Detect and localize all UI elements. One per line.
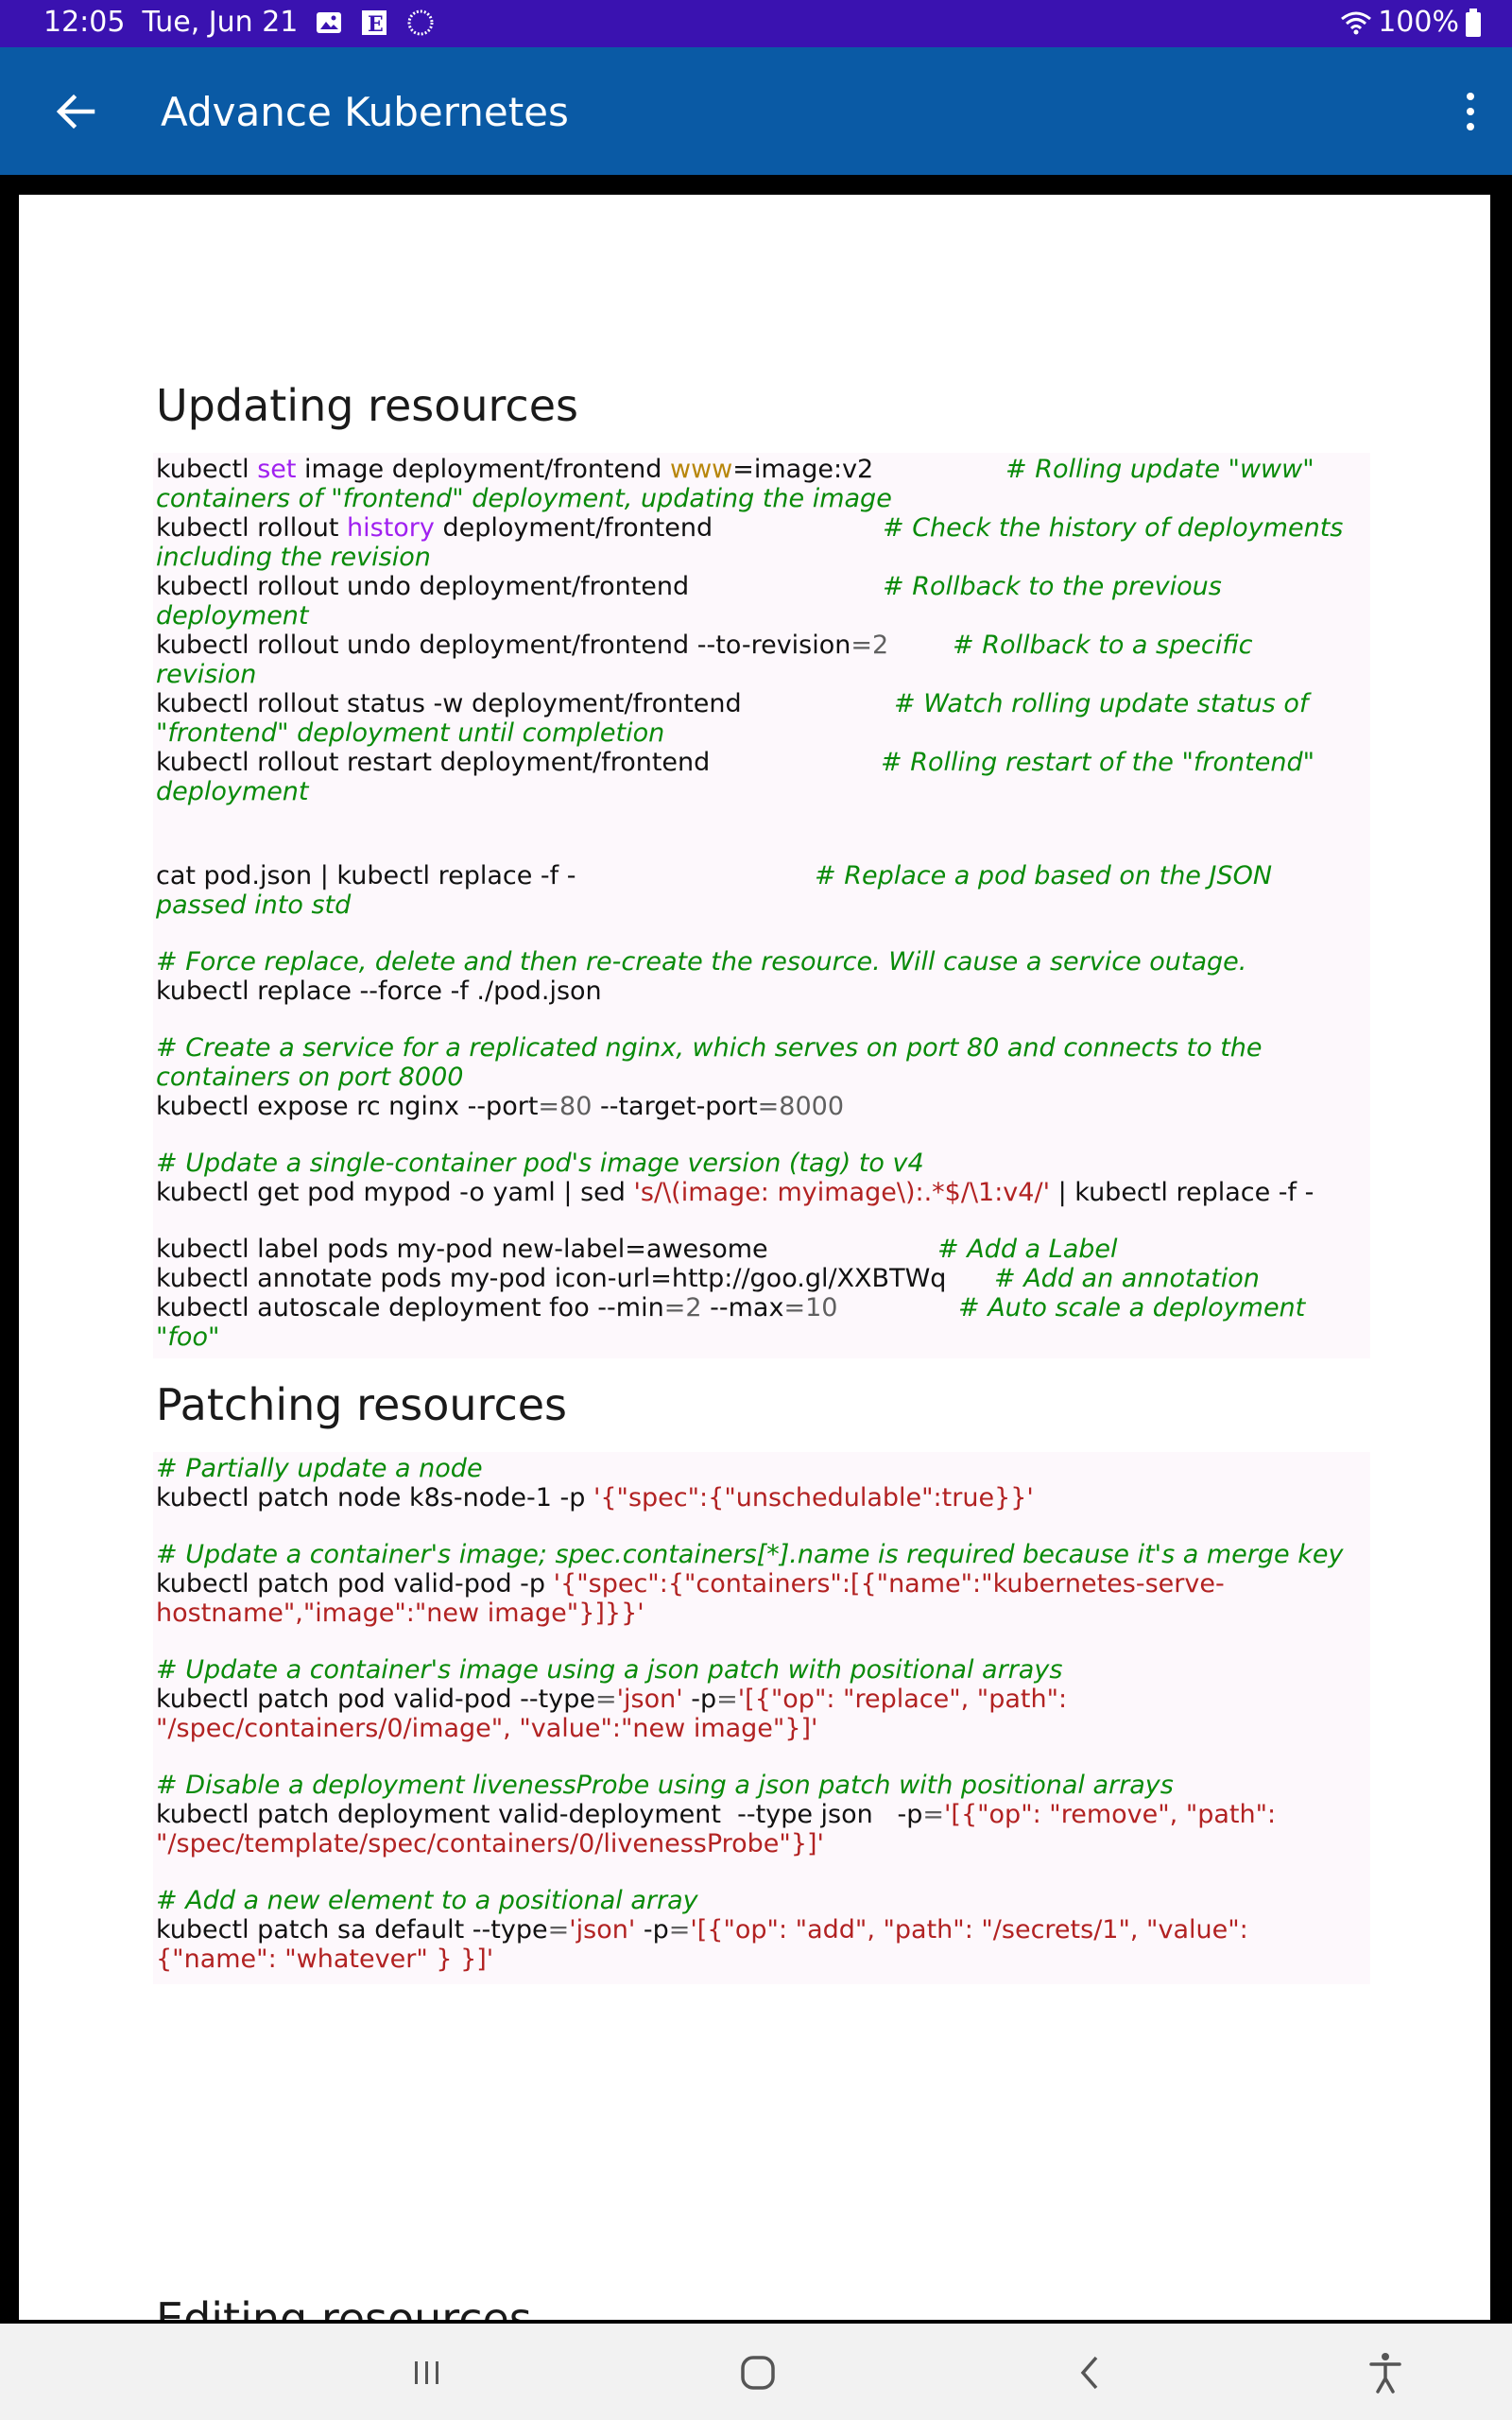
code-comment: # Auto scale a deployment	[958, 1293, 1306, 1322]
code-line: kubectl patch deployment valid-deploymen…	[156, 1800, 1277, 1829]
section-heading-editing: Editing resources	[156, 2293, 532, 2320]
code-comment: # Check the history of deployments	[883, 513, 1344, 543]
code-comment: # Rollback to the previous	[883, 572, 1222, 601]
code-line: kubectl rollout status -w deployment/fro…	[156, 689, 742, 718]
code-line: "/spec/template/spec/containers/0/livene…	[156, 1829, 824, 1858]
more-options-icon[interactable]	[1459, 89, 1482, 134]
code-comment: containers of "frontend" deployment, upd…	[156, 484, 892, 513]
home-icon[interactable]	[730, 2344, 786, 2401]
document-page[interactable]: Updating resources kubectl set image dep…	[19, 195, 1490, 2320]
page-title: Advance Kubernetes	[161, 89, 569, 135]
status-bar: 12:05 Tue, Jun 21 E 100%	[0, 0, 1512, 47]
code-line: kubectl label pods my-pod new-label=awes…	[156, 1235, 768, 1264]
app-e-icon: E	[362, 9, 387, 37]
code-line: kubectl annotate pods my-pod icon-url=ht…	[156, 1264, 947, 1293]
battery-icon	[1466, 8, 1481, 37]
code-comment: # Partially update a node	[156, 1454, 483, 1483]
code-block-patching: # Partially update a node kubectl patch …	[153, 1452, 1370, 1984]
code-comment: # Create a service for a replicated ngin…	[156, 1033, 1263, 1063]
code-comment: # Update a container's image using a jso…	[156, 1655, 1063, 1685]
code-line: kubectl set image deployment/frontend ww…	[156, 455, 874, 484]
code-line: "/spec/containers/0/image", "value":"new…	[156, 1714, 818, 1743]
code-line: kubectl autoscale deployment foo --min=2…	[156, 1293, 838, 1322]
section-heading-updating: Updating resources	[156, 380, 578, 431]
code-line: hostname","image":"new image"}]}}'	[156, 1599, 644, 1628]
recent-apps-icon[interactable]	[399, 2344, 455, 2401]
code-comment: "frontend" deployment until completion	[156, 718, 665, 748]
code-comment: # Disable a deployment livenessProbe usi…	[156, 1771, 1174, 1800]
code-line: kubectl rollout undo deployment/frontend…	[156, 631, 889, 660]
code-comment: # Rolling update "www"	[1005, 455, 1314, 484]
status-time: 12:05	[43, 6, 126, 39]
code-comment: revision	[156, 660, 257, 689]
code-line: kubectl patch sa default --type='json' -…	[156, 1915, 1248, 1945]
accessibility-icon[interactable]	[1357, 2344, 1414, 2401]
code-comment: # Add a new element to a positional arra…	[156, 1886, 698, 1915]
gallery-icon	[317, 11, 342, 33]
code-comment: # Update a single-container pod's image …	[156, 1149, 924, 1178]
code-comment: # Add a Label	[937, 1235, 1118, 1264]
code-line: {"name": "whatever" } }]'	[156, 1945, 494, 1974]
code-comment: deployment	[156, 601, 309, 631]
code-line: kubectl patch pod valid-pod --type='json…	[156, 1685, 1068, 1714]
code-comment: # Force replace, delete and then re-crea…	[156, 947, 1247, 977]
back-icon[interactable]	[1062, 2344, 1119, 2401]
code-line: kubectl expose rc nginx --port=80 --targ…	[156, 1092, 844, 1121]
code-comment: # Replace a pod based on the JSON	[815, 861, 1273, 890]
code-line: kubectl replace --force -f ./pod.json	[156, 977, 602, 1006]
code-comment: deployment	[156, 777, 309, 806]
code-comment: # Rolling restart of the "frontend"	[881, 748, 1315, 777]
status-date: Tue, Jun 21	[142, 6, 299, 39]
code-comment: "foo"	[156, 1322, 220, 1352]
svg-text:E: E	[368, 12, 384, 37]
section-heading-patching: Patching resources	[156, 1379, 568, 1430]
battery-percent: 100%	[1378, 6, 1459, 39]
app-bar: Advance Kubernetes	[0, 47, 1512, 175]
code-line: kubectl rollout history deployment/front…	[156, 513, 713, 543]
back-arrow-icon[interactable]	[49, 85, 102, 138]
system-nav-bar	[0, 2324, 1512, 2420]
code-line: kubectl rollout undo deployment/frontend	[156, 572, 690, 601]
code-comment: passed into std	[156, 890, 352, 920]
code-line: kubectl get pod mypod -o yaml | sed 's/\…	[156, 1178, 1314, 1207]
code-comment: # Add an annotation	[994, 1264, 1260, 1293]
code-comment: # Rollback to a specific	[953, 631, 1253, 660]
wifi-icon	[1341, 11, 1372, 34]
code-comment: containers on port 8000	[156, 1063, 464, 1092]
code-comment: including the revision	[156, 543, 431, 572]
code-block-updating: kubectl set image deployment/frontend ww…	[153, 453, 1370, 1358]
code-line: cat pod.json | kubectl replace -f -	[156, 861, 576, 890]
code-line: kubectl patch node k8s-node-1 -p '{"spec…	[156, 1483, 1034, 1512]
code-line: kubectl rollout restart deployment/front…	[156, 748, 711, 777]
code-line: kubectl patch pod valid-pod -p '{"spec":…	[156, 1569, 1225, 1599]
code-comment: # Watch rolling update status of	[894, 689, 1309, 718]
loading-ring-icon	[407, 9, 434, 35]
code-comment: # Update a container's image; spec.conta…	[156, 1540, 1344, 1569]
